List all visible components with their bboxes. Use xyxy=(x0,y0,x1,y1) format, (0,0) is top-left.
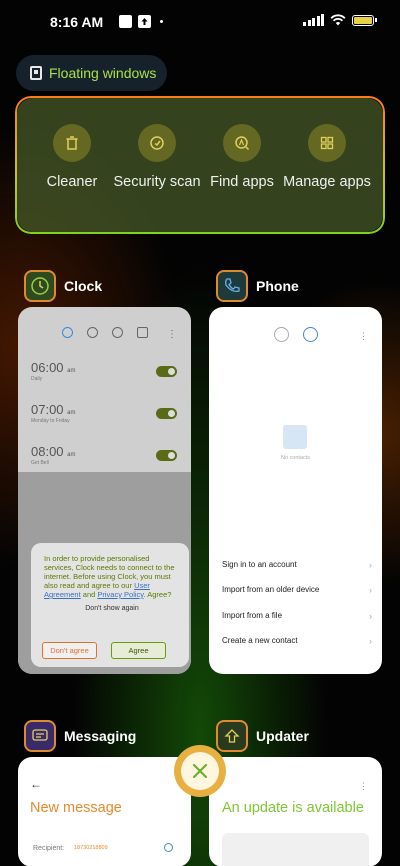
dialog-message: In order to provide personalised service… xyxy=(44,554,175,599)
clear-all-button[interactable] xyxy=(174,745,226,797)
dont-agree-button[interactable]: Don't agree xyxy=(42,642,97,659)
alarm-time: 08:00 xyxy=(31,444,64,459)
phone-option-label: Import from a file xyxy=(222,611,283,620)
chevron-right-icon: › xyxy=(369,560,372,570)
stopwatch-tab-icon xyxy=(111,327,123,338)
tool-security-scan[interactable]: Security scan xyxy=(112,124,202,190)
clock-permission-dialog: In order to provide personalised service… xyxy=(31,543,189,667)
app-title-messaging: Messaging xyxy=(64,728,137,744)
alarm-ampm: am xyxy=(67,368,76,374)
tool-manage-apps[interactable]: Manage apps xyxy=(282,124,372,190)
clock-tabs: ⋮ xyxy=(18,307,191,340)
update-available-title: An update is available xyxy=(222,800,364,816)
alarm-item: 07:00 am Monday to Friday xyxy=(18,402,191,436)
phone-option: Import from an older device › xyxy=(222,585,372,595)
phone-option-label: Create a new contact xyxy=(222,636,298,645)
more-menu-icon: ⋮ xyxy=(167,329,177,340)
clock-app-icon xyxy=(24,270,56,302)
timer-tab-icon xyxy=(136,327,148,338)
alarm-item: 06:00 am Daily xyxy=(18,360,191,394)
tool-find-apps[interactable]: Find apps xyxy=(197,124,287,190)
updater-recent-card[interactable]: ⋮ An update is available xyxy=(209,757,382,866)
battery-icon xyxy=(352,14,377,26)
status-time: 8:16 AM xyxy=(50,14,104,30)
app-header-updater: Updater xyxy=(216,720,309,752)
trash-icon xyxy=(53,124,91,162)
privacy-policy-link[interactable]: Privacy Policy xyxy=(97,590,143,599)
recipient-label: Recipient: xyxy=(33,845,65,852)
app-title-clock: Clock xyxy=(64,278,103,294)
person-icon xyxy=(164,843,173,852)
phone-app-icon xyxy=(216,270,248,302)
floating-window-icon xyxy=(30,66,42,80)
tool-find-apps-label: Find apps xyxy=(210,174,274,190)
phone-option-label: Sign in to an account xyxy=(222,560,297,569)
alarm-tab-icon xyxy=(61,327,73,338)
app-title-phone: Phone xyxy=(256,278,299,294)
tool-cleaner[interactable]: Cleaner xyxy=(27,124,117,190)
app-header-phone: Phone xyxy=(216,270,299,302)
clock-tab-icon xyxy=(86,327,98,338)
floating-windows-label: Floating windows xyxy=(49,65,157,81)
messaging-app-icon xyxy=(24,720,56,752)
alarm-toggle xyxy=(156,408,177,419)
chevron-right-icon: › xyxy=(369,585,372,595)
more-menu-icon: ⋮ xyxy=(359,331,368,341)
recipient-number: 18730218809 xyxy=(74,845,108,851)
phone-option: Import from a file › xyxy=(222,611,372,621)
alarm-time: 07:00 xyxy=(31,402,64,417)
back-arrow-icon: ← xyxy=(30,777,42,791)
phone-tabs: ⋮ xyxy=(209,307,382,342)
quick-tools-panel: Cleaner Security scan Find apps Manage a… xyxy=(17,98,383,232)
app-header-clock: Clock xyxy=(24,270,102,302)
update-info-box xyxy=(222,833,369,866)
alarm-time: 06:00 xyxy=(31,360,64,375)
close-icon xyxy=(181,752,219,790)
status-bar: 8:16 AM xyxy=(0,0,400,44)
app-title-updater: Updater xyxy=(256,728,309,744)
phone-option: Sign in to an account › xyxy=(222,560,372,570)
floating-windows-button[interactable]: Floating windows xyxy=(16,55,167,91)
alarm-ampm: am xyxy=(67,410,76,416)
agree-button[interactable]: Agree xyxy=(111,642,166,659)
phone-option: Create a new contact › xyxy=(222,636,372,646)
updater-app-icon xyxy=(216,720,248,752)
alarm-toggle xyxy=(156,450,177,461)
signal-icon xyxy=(303,14,324,26)
contacts-tab-icon xyxy=(302,327,318,342)
more-notifications-icon xyxy=(160,20,163,23)
search-app-icon xyxy=(223,124,261,162)
alarm-toggle xyxy=(156,366,177,377)
chevron-right-icon: › xyxy=(369,636,372,646)
more-menu-icon: ⋮ xyxy=(359,781,368,791)
dont-show-again-option[interactable]: Don't show again xyxy=(44,605,180,612)
status-indicators xyxy=(303,14,377,26)
new-message-title: New message xyxy=(30,800,122,816)
upload-notification-icon xyxy=(138,15,151,28)
contact-placeholder-icon xyxy=(283,425,307,449)
notification-icon xyxy=(119,15,132,28)
tool-manage-apps-label: Manage apps xyxy=(283,174,371,190)
shield-check-icon xyxy=(138,124,176,162)
tool-cleaner-label: Cleaner xyxy=(46,174,98,190)
tool-security-scan-label: Security scan xyxy=(113,174,201,190)
grid-icon xyxy=(308,124,346,162)
app-header-messaging: Messaging xyxy=(24,720,136,752)
alarm-ampm: am xyxy=(67,452,76,458)
calls-tab-icon xyxy=(273,327,289,342)
phone-recent-card[interactable]: ⋮ No contacts Sign in to an account › Imp… xyxy=(209,307,382,674)
phone-option-label: Import from an older device xyxy=(222,585,320,594)
messaging-recent-card[interactable]: ← New message Recipient: 18730218809 xyxy=(18,757,191,866)
wifi-icon xyxy=(330,14,346,26)
dialog-buttons: Don't agree Agree xyxy=(42,642,166,659)
chevron-right-icon: › xyxy=(369,611,372,621)
no-contacts-text: No contacts xyxy=(280,455,311,461)
